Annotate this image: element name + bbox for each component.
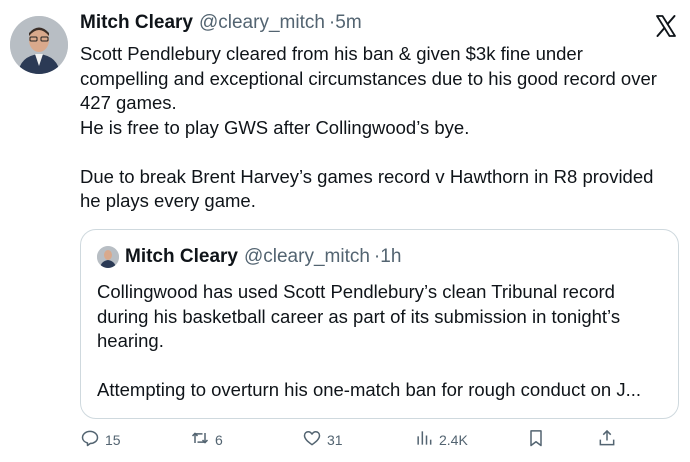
quoted-text-line: Collingwood has used Scott Pendlebury’s … bbox=[97, 281, 615, 302]
views-button[interactable]: 2.4K bbox=[414, 428, 468, 451]
tweet-text: Scott Pendlebury cleared from his ban & … bbox=[80, 42, 680, 214]
tweet-header: Mitch Cleary @cleary_mitch ·5m bbox=[80, 12, 362, 38]
share-icon bbox=[597, 428, 617, 451]
repost-button[interactable]: 6 bbox=[190, 428, 223, 451]
x-logo-icon[interactable] bbox=[654, 14, 678, 38]
quoted-avatar bbox=[97, 246, 119, 268]
reply-count: 15 bbox=[105, 431, 121, 448]
author-name[interactable]: Mitch Cleary bbox=[80, 12, 193, 34]
tweet-text-line: compelling and exceptional circumstances… bbox=[80, 67, 657, 89]
reply-icon bbox=[80, 428, 100, 451]
quoted-tweet-header: Mitch Cleary @cleary_mitch ·1h bbox=[97, 244, 401, 270]
bookmark-button[interactable] bbox=[526, 428, 546, 451]
views-count: 2.4K bbox=[439, 431, 468, 448]
quoted-text-line: during his basketball career as part of … bbox=[97, 305, 621, 327]
quoted-author-handle: @cleary_mitch bbox=[243, 246, 370, 267]
heart-icon bbox=[302, 428, 322, 451]
share-button[interactable] bbox=[597, 428, 617, 451]
tweet-text-line: 427 games. bbox=[80, 92, 177, 113]
action-bar: 15 6 31 2.4K bbox=[0, 424, 690, 456]
quoted-text-line: hearing. bbox=[97, 330, 164, 351]
views-icon bbox=[414, 428, 434, 451]
author-handle[interactable]: @cleary_mitch bbox=[199, 12, 325, 34]
quoted-author-name: Mitch Cleary bbox=[125, 246, 238, 267]
tweet-text-line: Due to break Brent Harvey’s games record… bbox=[80, 165, 654, 187]
bookmark-icon bbox=[526, 428, 546, 451]
quoted-tweet-time: ·1h bbox=[373, 246, 402, 267]
repost-icon bbox=[190, 428, 210, 451]
tweet-time[interactable]: ·5m bbox=[329, 12, 362, 34]
tweet-text-line: he plays every game. bbox=[80, 190, 256, 211]
tweet-text-line: He is free to play GWS after Collingwood… bbox=[80, 116, 470, 138]
avatar[interactable] bbox=[10, 16, 68, 74]
repost-count: 6 bbox=[215, 431, 223, 448]
tweet-text-line: Scott Pendlebury cleared from his ban & … bbox=[80, 43, 583, 64]
quoted-tweet[interactable]: Mitch Cleary @cleary_mitch ·1h Collingwo… bbox=[80, 229, 679, 419]
quoted-text-line: Attempting to overturn his one-match ban… bbox=[97, 379, 641, 400]
like-count: 31 bbox=[327, 431, 343, 448]
reply-button[interactable]: 15 bbox=[80, 428, 121, 451]
quoted-tweet-text: Collingwood has used Scott Pendlebury’s … bbox=[97, 280, 667, 403]
like-button[interactable]: 31 bbox=[302, 428, 343, 451]
